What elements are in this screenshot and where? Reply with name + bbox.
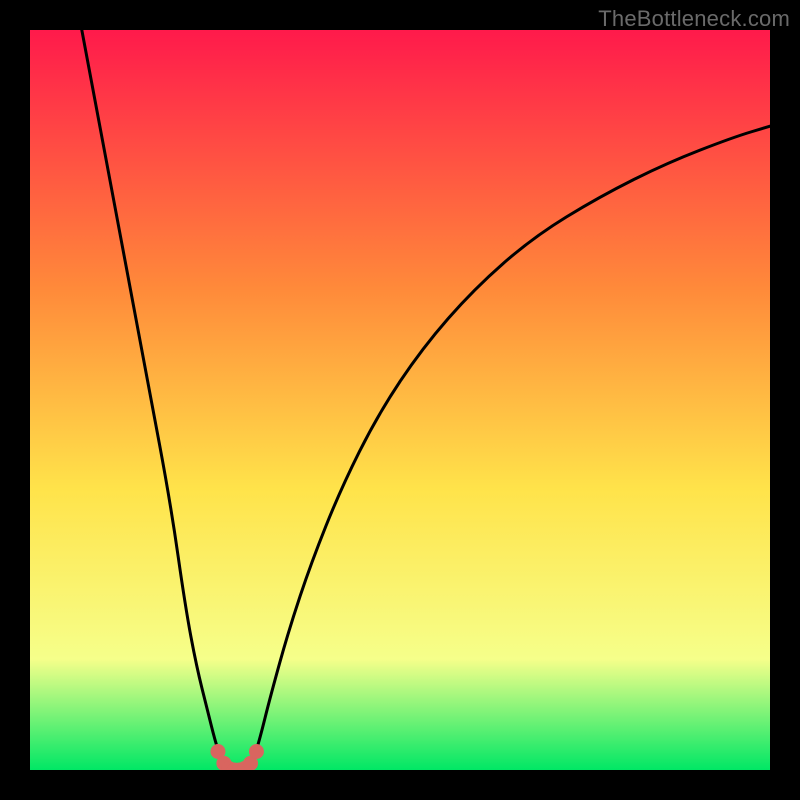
plot-area xyxy=(30,30,770,770)
chart-stage: TheBottleneck.com xyxy=(0,0,800,800)
watermark-text: TheBottleneck.com xyxy=(598,6,790,32)
valley-marker xyxy=(249,744,264,759)
bottleneck-curve-chart xyxy=(30,30,770,770)
gradient-background xyxy=(30,30,770,770)
